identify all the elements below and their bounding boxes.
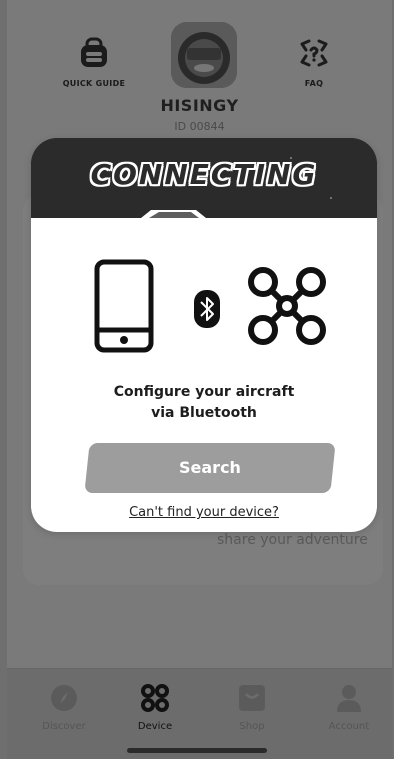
modal-header: CONNECTING: [31, 138, 377, 232]
configure-line-1: Configure your aircraft: [113, 384, 295, 400]
astronaut-helmet-icon: [171, 22, 237, 88]
drone-icon: [248, 267, 326, 345]
modal-title: CONNECTING: [90, 158, 318, 191]
configure-line-2: via Bluetooth: [151, 405, 257, 421]
tab-account-label: Account: [328, 721, 370, 732]
quick-guide-button[interactable]: QUICK GUIDE: [59, 36, 129, 88]
search-button-label: Search: [179, 458, 241, 477]
tab-device-label: Device: [137, 721, 173, 732]
tab-discover[interactable]: Discover: [24, 683, 104, 732]
configure-instruction: Configure your aircraft via Bluetooth: [31, 382, 377, 424]
faq-button[interactable]: FAQ: [294, 36, 334, 88]
tab-device[interactable]: Device: [115, 683, 195, 732]
device-id: ID 00844: [174, 120, 225, 133]
app-screen: QUICK GUIDE FAQ HISINGY ID 00844 › ›: [7, 0, 392, 759]
search-button[interactable]: Search: [84, 443, 336, 493]
quick-guide-icon: [81, 37, 107, 67]
home-indicator: [127, 748, 267, 753]
bluetooth-icon: [194, 290, 220, 328]
tab-shop-label: Shop: [239, 721, 265, 732]
phone-icon: [94, 259, 154, 353]
device-name: HISINGY: [160, 96, 239, 115]
bag-icon: [239, 685, 265, 711]
tab-shop[interactable]: Shop: [212, 683, 292, 732]
cant-find-device-link[interactable]: Can't find your device?: [31, 505, 377, 520]
tab-discover-label: Discover: [42, 721, 86, 732]
grid-icon: [141, 684, 169, 712]
share-adventure-text: share your adventure: [217, 532, 368, 548]
compass-icon: [51, 685, 77, 711]
connecting-modal: CONNECTING Configure your aircraft via B…: [31, 138, 377, 532]
faq-icon: [300, 39, 328, 67]
tab-account[interactable]: Account: [309, 683, 389, 732]
bottom-tab-bar: Discover Device Shop Account: [7, 668, 392, 759]
faq-label: FAQ: [304, 79, 324, 88]
device-avatar[interactable]: [171, 22, 237, 88]
quick-guide-label: QUICK GUIDE: [62, 79, 126, 88]
person-icon: [337, 685, 361, 712]
